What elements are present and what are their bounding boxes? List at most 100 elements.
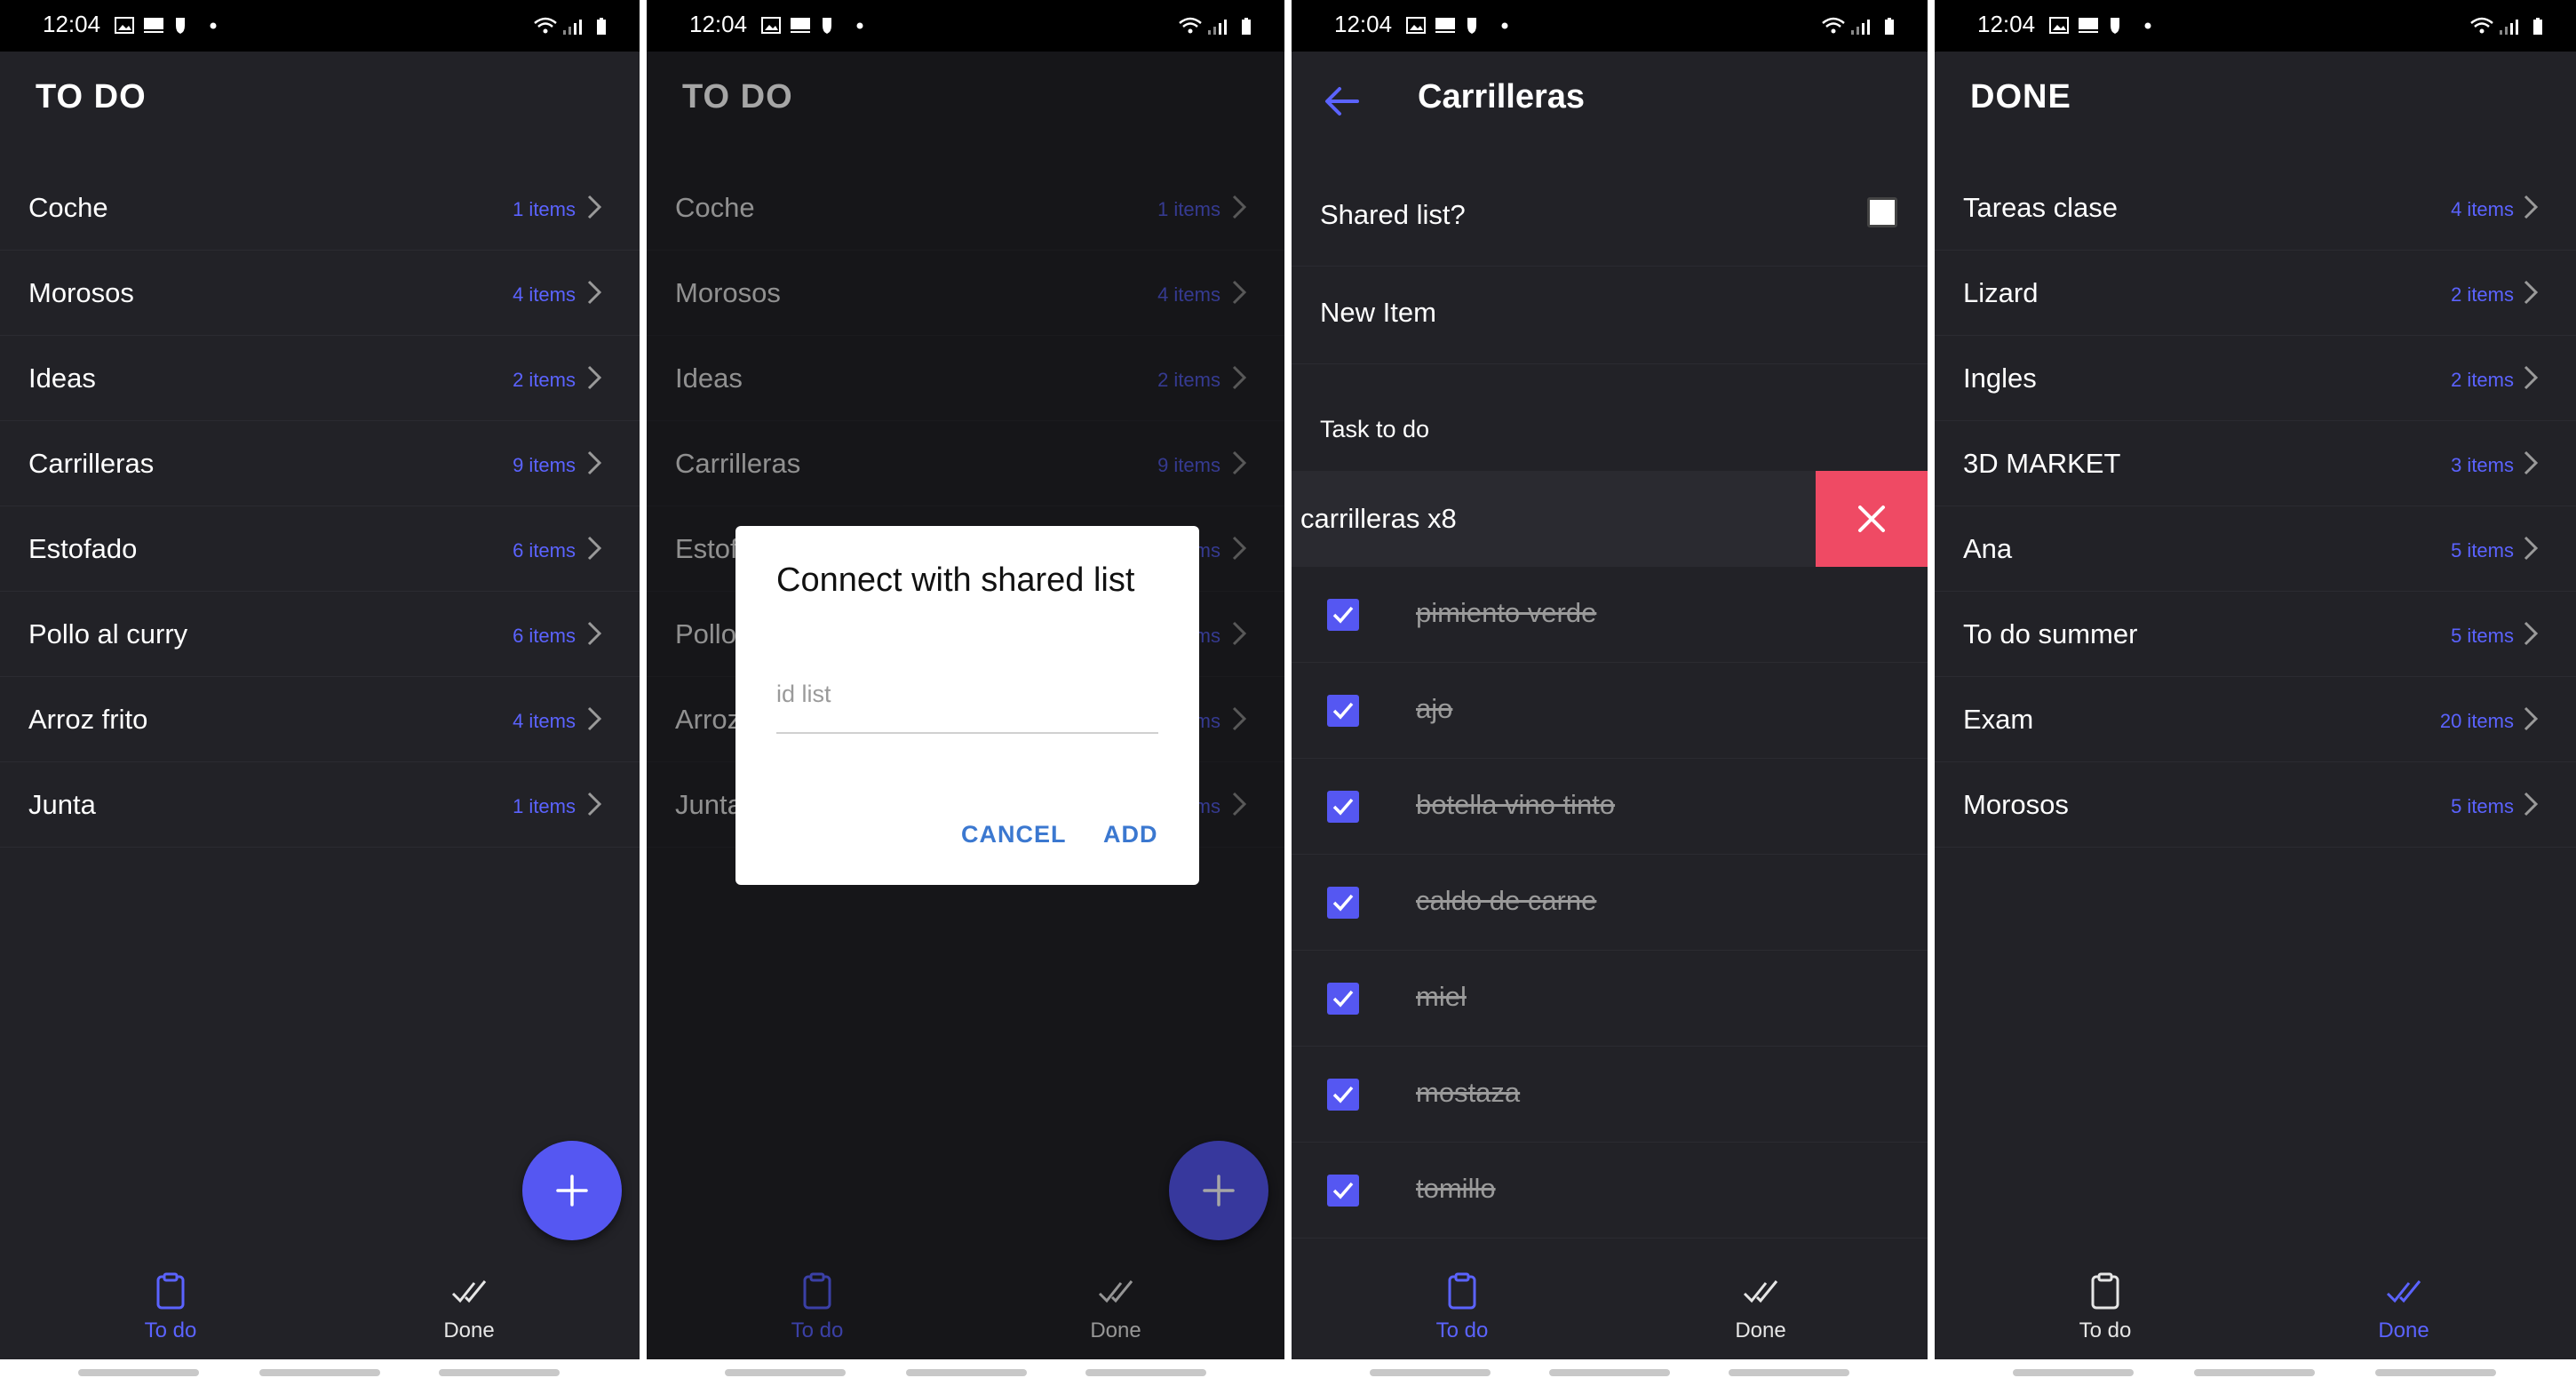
tab-done[interactable]: Done (2315, 1255, 2493, 1359)
home-pill[interactable] (1549, 1369, 1670, 1376)
screen-done: 12:04 DONE Tareas clase 4 items Lizard 2 it… (1935, 0, 2576, 1386)
task-checkbox-checked[interactable] (1327, 599, 1359, 631)
back-pill[interactable] (439, 1369, 560, 1376)
back-pill[interactable] (1085, 1369, 1206, 1376)
list-item[interactable]: To do summer 5 items (1935, 592, 2576, 677)
task-checkbox-checked[interactable] (1327, 791, 1359, 823)
list-count: 5 items (2451, 625, 2514, 647)
list-item[interactable]: Morosos 5 items (1935, 762, 2576, 848)
tab-done[interactable]: Done (1672, 1255, 1849, 1359)
status-time: 12:04 (1334, 11, 1393, 37)
chevron-right-icon (2524, 621, 2539, 646)
list-name: Morosos (28, 277, 134, 308)
new-item-row[interactable]: New Item (1292, 267, 1928, 364)
task-checkbox-checked[interactable] (1327, 1175, 1359, 1207)
list-name: Pollo al curry (28, 618, 188, 649)
list-item[interactable]: Coche 1 items (0, 165, 640, 251)
list-count: 4 items (513, 710, 576, 732)
home-pill[interactable] (259, 1369, 380, 1376)
home-pill[interactable] (906, 1369, 1027, 1376)
bottom-nav: To do Done (1292, 1255, 1928, 1359)
completed-task-item[interactable]: caldo de carne (1292, 855, 1928, 951)
chevron-right-icon (2524, 706, 2539, 731)
list-name: Ingles (1963, 362, 2037, 394)
status-notification-icons (115, 17, 217, 34)
recents-pill[interactable] (1370, 1369, 1491, 1376)
list-item[interactable]: Ana 5 items (1935, 506, 2576, 592)
completed-task-item[interactable]: pimiento verde (1292, 567, 1928, 663)
list-name: To do summer (1963, 618, 2138, 649)
recents-pill[interactable] (78, 1369, 199, 1376)
status-notification-icons (1406, 17, 1508, 34)
list-item[interactable]: Ideas 2 items (0, 336, 640, 421)
tab-todo[interactable]: To do (82, 1255, 259, 1359)
cancel-button[interactable]: CANCEL (961, 821, 1067, 848)
checkmark-icon (1332, 702, 1354, 720)
shared-list-checkbox[interactable] (1867, 197, 1897, 227)
tab-todo[interactable]: To do (1373, 1255, 1551, 1359)
status-system-icons (534, 17, 606, 35)
list-item[interactable]: Exam 20 items (1935, 677, 2576, 762)
add-button[interactable]: ADD (1103, 821, 1158, 848)
list-item[interactable]: Tareas clase 4 items (1935, 165, 2576, 251)
task-item-swiped[interactable]: carrilleras x8 (1292, 471, 1928, 567)
list-name: Ideas (28, 362, 96, 394)
divider (640, 0, 647, 1386)
list-name: Lizard (1963, 277, 2039, 308)
page-title: Carrilleras (1418, 78, 1586, 116)
checkmark-icon (1332, 990, 1354, 1008)
dialog-title: Connect with shared list (776, 562, 1135, 599)
completed-task-item[interactable]: miel (1292, 951, 1928, 1047)
bottom-nav: To do Done (1935, 1255, 2576, 1359)
task-text: botella vino tinto (1416, 789, 1616, 820)
id-list-field (776, 672, 1158, 734)
task-item-text: carrilleras x8 (1300, 503, 1457, 534)
list-item[interactable]: Estofado 6 items (0, 506, 640, 592)
completed-task-item[interactable]: mostaza (1292, 1047, 1928, 1143)
list-item[interactable]: Arroz frito 4 items (0, 677, 640, 762)
chevron-right-icon (2524, 195, 2539, 219)
list-count: 1 items (513, 795, 576, 817)
completed-task-item[interactable]: botella vino tinto (1292, 759, 1928, 855)
list-count: 20 items (2439, 710, 2514, 732)
recents-pill[interactable] (2013, 1369, 2134, 1376)
list-item[interactable]: Morosos 4 items (0, 251, 640, 336)
close-icon (1858, 506, 1885, 532)
clipboard-icon (1448, 1272, 1476, 1310)
task-checkbox-checked[interactable] (1327, 695, 1359, 727)
list-count: 1 items (513, 198, 576, 220)
list-item[interactable]: Lizard 2 items (1935, 251, 2576, 336)
completed-task-item[interactable]: tomillo (1292, 1143, 1928, 1239)
list-count: 4 items (513, 283, 576, 306)
chevron-right-icon (587, 195, 602, 219)
back-arrow-icon[interactable] (1324, 85, 1359, 117)
list-item[interactable]: Junta 1 items (0, 762, 640, 848)
id-list-input[interactable] (776, 672, 1158, 708)
tab-done[interactable]: Done (380, 1255, 558, 1359)
list-count: 6 items (513, 625, 576, 647)
list-item[interactable]: Carrilleras 9 items (0, 421, 640, 506)
chevron-right-icon (2524, 536, 2539, 561)
delete-button[interactable] (1816, 471, 1928, 567)
tab-done-label: Done (1735, 1318, 1786, 1342)
shared-list-row[interactable]: Shared list? (1292, 178, 1928, 267)
task-checkbox-checked[interactable] (1327, 887, 1359, 919)
list-item[interactable]: 3D MARKET 3 items (1935, 421, 2576, 506)
recents-pill[interactable] (725, 1369, 846, 1376)
tab-todo[interactable]: To do (2016, 1255, 2194, 1359)
completed-task-item[interactable]: ajo (1292, 663, 1928, 759)
home-pill[interactable] (2194, 1369, 2315, 1376)
list-item[interactable]: Ingles 2 items (1935, 336, 2576, 421)
back-pill[interactable] (1729, 1369, 1849, 1376)
list-item[interactable]: Pollo al curry 6 items (0, 592, 640, 677)
task-checkbox-checked[interactable] (1327, 1079, 1359, 1111)
task-checkbox-checked[interactable] (1327, 983, 1359, 1015)
status-time: 12:04 (689, 11, 748, 37)
plus-icon (556, 1175, 588, 1207)
screen-todo: 12:04 TO DO Coche 1 items Morosos 4 items Id… (0, 0, 640, 1386)
back-pill[interactable] (2375, 1369, 2496, 1376)
list-name: Morosos (1963, 789, 2069, 820)
add-list-button[interactable] (522, 1141, 622, 1240)
list-count: 2 items (2451, 283, 2514, 306)
tab-todo-label: To do (1435, 1318, 1489, 1342)
